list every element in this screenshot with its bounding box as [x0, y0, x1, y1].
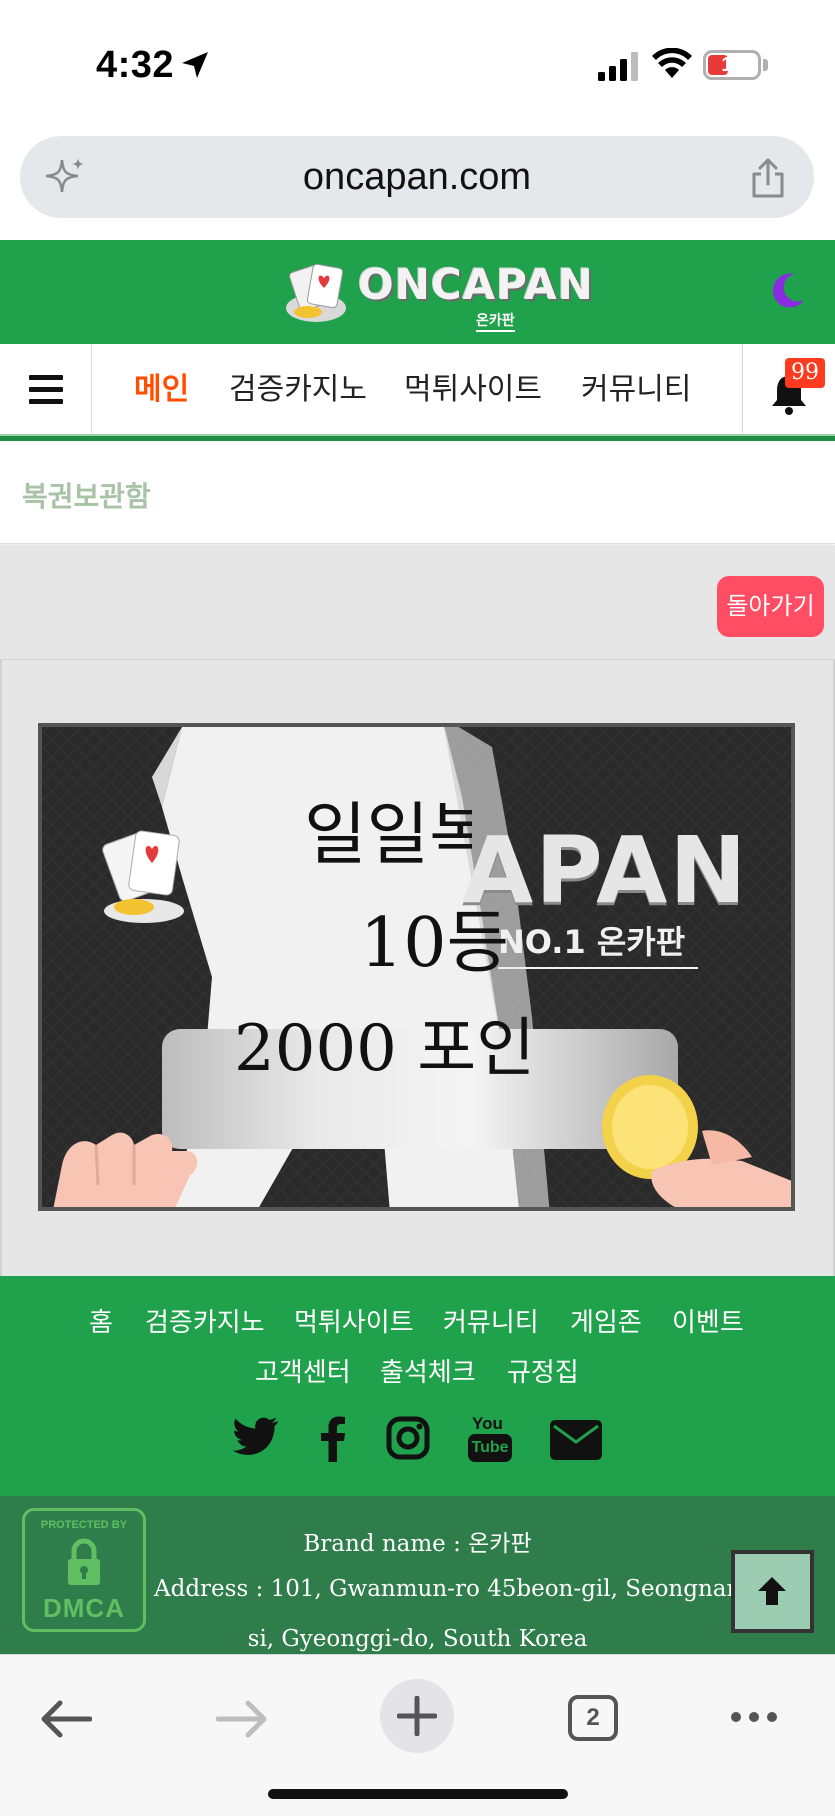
content-area: 돌아가기 APAN NO.1 온카판 일일 10등 2000 포인 — [0, 545, 835, 1276]
brand-name-line: Brand name : 온카판 — [303, 1531, 532, 1557]
facebook-icon[interactable] — [320, 1416, 346, 1462]
youtube-you-text: You — [472, 1414, 503, 1433]
footer-link-scam-sites[interactable]: 먹튀사이트 — [294, 1302, 414, 1339]
scroll-to-top-button[interactable] — [731, 1550, 814, 1633]
url-text[interactable]: oncapan.com — [20, 136, 814, 218]
browser-toolbar: 2 — [0, 1654, 835, 1816]
footer-link-support[interactable]: 고객센터 — [255, 1352, 351, 1389]
email-icon[interactable] — [550, 1420, 602, 1460]
address-bar[interactable]: oncapan.com — [20, 136, 814, 218]
youtube-tube-text: Tube — [468, 1434, 512, 1462]
home-indicator — [268, 1789, 568, 1799]
footer-link-events[interactable]: 이벤트 — [672, 1302, 744, 1339]
content-divider — [0, 659, 835, 660]
instagram-icon[interactable] — [386, 1416, 430, 1460]
notification-button[interactable]: 99 — [742, 344, 835, 436]
address-line-2: si, Gyeonggi-do, South Korea — [247, 1626, 588, 1652]
dark-mode-moon-icon[interactable] — [768, 270, 808, 310]
notification-badge: 99 — [785, 358, 825, 388]
forward-arrow-icon[interactable] — [216, 1699, 268, 1739]
nav-item-scam-sites[interactable]: 먹튀사이트 — [404, 344, 542, 436]
main-nav: 메인 검증카지노 먹튀사이트 커뮤니티 99 — [0, 344, 835, 438]
share-icon[interactable] — [748, 156, 788, 200]
footer-link-verified-casino[interactable]: 검증카지노 — [145, 1302, 265, 1339]
arrow-up-icon — [758, 1577, 786, 1605]
battery-cap — [763, 59, 768, 71]
banner-coin-hand-icon — [602, 1075, 791, 1207]
hamburger-icon — [29, 375, 63, 404]
cellular-signal-icon — [598, 52, 638, 81]
address-line-1: Address : 101, Gwanmun-ro 45beon-gil, Se… — [154, 1576, 757, 1602]
battery-percent: 11 — [721, 54, 743, 76]
footer-link-game-zone[interactable]: 게임존 — [570, 1302, 642, 1339]
wifi-icon — [652, 48, 692, 78]
location-arrow-icon — [182, 52, 208, 78]
footer-link-attendance[interactable]: 출석체크 — [380, 1352, 476, 1389]
site-logo[interactable]: ONCAPAN 온카판 — [280, 258, 593, 332]
browser-screen: 4:32 11 oncapan.com ONCAPAN 온카판 메인 검증카지노… — [0, 0, 835, 1816]
logo-wordmark: ONCAPAN — [358, 260, 594, 309]
nav-item-main[interactable]: 메인 — [134, 344, 189, 436]
nav-item-verified-casino[interactable]: 검증카지노 — [229, 344, 367, 436]
footer-info: PROTECTED BY DMCA Brand name : 온카판 Addre… — [0, 1496, 835, 1654]
site-header: ONCAPAN 온카판 — [0, 240, 835, 344]
logo-subtitle: 온카판 — [476, 310, 515, 332]
back-arrow-icon[interactable] — [40, 1699, 92, 1739]
dmca-word: DMCA — [43, 1593, 125, 1623]
footer-links: 홈 검증카지노 먹튀사이트 커뮤니티 게임존 이벤트 고객센터 출석체크 규정집… — [0, 1276, 835, 1496]
tab-switcher-button[interactable]: 2 — [568, 1695, 618, 1741]
new-tab-button[interactable] — [380, 1679, 454, 1753]
page-title-bar: 복권보관함 — [0, 441, 835, 544]
banner-text-clip-3: 2000 포인트 — [42, 727, 532, 1207]
status-time: 4:32 — [96, 44, 175, 86]
youtube-icon[interactable]: You Tube — [468, 1414, 512, 1466]
page-title: 복권보관함 — [22, 481, 151, 512]
hamburger-menu-button[interactable] — [0, 344, 92, 436]
back-button[interactable]: 돌아가기 — [717, 576, 824, 637]
logo-cards-icon — [286, 263, 346, 322]
lottery-banner-image: APAN NO.1 온카판 일일복권 — [38, 723, 795, 1211]
nav-item-community[interactable]: 커뮤니티 — [581, 344, 691, 436]
twitter-icon[interactable] — [232, 1416, 278, 1456]
plus-icon — [397, 1696, 437, 1736]
footer-link-community[interactable]: 커뮤니티 — [443, 1302, 539, 1339]
panel-edge-left — [0, 660, 2, 1276]
status-bar: 4:32 11 — [0, 0, 835, 130]
more-options-icon[interactable] — [730, 1711, 778, 1723]
footer-link-home[interactable]: 홈 — [89, 1302, 113, 1339]
footer-link-rules[interactable]: 규정집 — [507, 1352, 579, 1389]
banner-line-points: 2000 포인트 — [234, 1012, 532, 1086]
battery-icon: 11 — [703, 50, 761, 80]
